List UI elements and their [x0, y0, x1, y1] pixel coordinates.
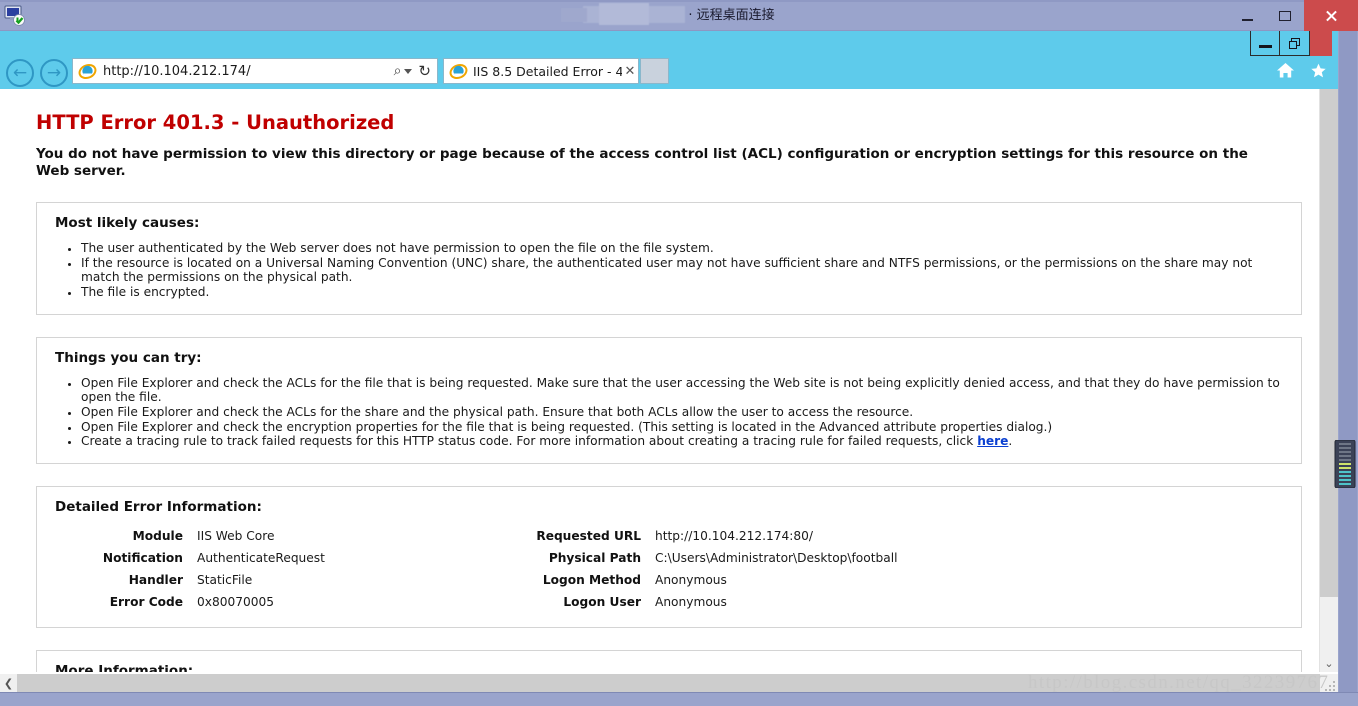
detail-key-notification: Notification [102, 551, 183, 566]
address-bar-url: http://10.104.212.174/ [103, 63, 251, 79]
browser-restore-button[interactable] [1280, 31, 1310, 56]
rdp-window-title: · 远程桌面连接 [0, 0, 1358, 31]
list-item: Open File Explorer and check the ACLs fo… [81, 376, 1283, 405]
list-item: If the resource is located on a Universa… [81, 256, 1283, 285]
error-page-content: HTTP Error 401.3 - Unauthorized You do n… [0, 111, 1338, 672]
refresh-icon[interactable]: ↻ [418, 62, 431, 80]
scroll-down-icon[interactable]: ⌄ [1320, 654, 1338, 672]
browser-tab[interactable]: IIS 8.5 Detailed Error - 4... ✕ [443, 58, 639, 84]
detail-key-logon-method: Logon Method [542, 573, 641, 588]
most-likely-causes-panel: Most likely causes: The user authenticat… [36, 202, 1302, 315]
back-button[interactable]: ← [6, 59, 34, 87]
rdp-restore-button[interactable] [1266, 0, 1304, 31]
things-list: Open File Explorer and check the ACLs fo… [55, 376, 1283, 449]
forward-button[interactable]: → [40, 59, 68, 87]
chevron-down-icon[interactable] [404, 68, 413, 74]
list-item: The user authenticated by the Web server… [81, 241, 1283, 255]
tracing-rule-link[interactable]: here [977, 434, 1008, 448]
scroll-left-icon[interactable]: ❮ [0, 674, 17, 692]
detail-key-requested-url: Requested URL [536, 529, 641, 544]
search-icon[interactable]: ⌕ [394, 63, 402, 79]
arrow-right-icon: → [46, 63, 62, 83]
causes-list: The user authenticated by the Web server… [55, 241, 1283, 299]
address-bar[interactable]: http://10.104.212.174/ ⌕ ↻ [72, 58, 438, 84]
page-title: HTTP Error 401.3 - Unauthorized [36, 111, 395, 134]
detail-value-error-code: 0x80070005 [197, 595, 274, 610]
more-information-heading: More Information: [55, 662, 194, 672]
error-summary: You do not have permission to view this … [36, 146, 1248, 179]
rdp-right-frame-inner [1339, 31, 1357, 706]
address-bar-icons: ⌕ ↻ [394, 62, 431, 80]
browser-navigation-row: ← → http://10.104.212.174/ ⌕ ↻ IIS 8.5 D… [0, 57, 1358, 89]
new-tab-button[interactable] [640, 58, 669, 84]
tab-close-icon[interactable]: ✕ [622, 64, 638, 79]
rdp-title-text: · 远程桌面连接 [688, 8, 775, 23]
browser-close-button[interactable] [1310, 31, 1332, 56]
detail-value-notification: AuthenticateRequest [197, 551, 325, 566]
redacted-hostname [561, 3, 686, 25]
rdp-close-button[interactable] [1304, 0, 1358, 31]
detail-value-handler: StaticFile [197, 573, 253, 588]
browser-chrome: ← → http://10.104.212.174/ ⌕ ↻ IIS 8.5 D… [0, 31, 1358, 89]
restore-icon [1289, 37, 1300, 49]
rdp-title-bar: · 远程桌面连接 [0, 0, 1358, 31]
detailed-error-information-panel: Detailed Error Information: Module IIS W… [36, 486, 1302, 628]
page-viewport: HTTP Error 401.3 - Unauthorized You do n… [0, 89, 1338, 672]
home-icon[interactable] [1276, 61, 1295, 80]
things-you-can-try-panel: Things you can try: Open File Explorer a… [36, 336, 1302, 465]
list-item: Open File Explorer and check the ACLs fo… [81, 405, 1283, 419]
tracing-text-prefix: Create a tracing rule to track failed re… [81, 434, 978, 449]
vertical-scrollbar-thumb[interactable] [1320, 89, 1338, 597]
vertical-scrollbar[interactable]: ⌄ [1319, 89, 1338, 672]
details-grid: Module IIS Web Core Requested URL http:/… [55, 527, 1283, 613]
detail-value-physical-path: C:\Users\Administrator\Desktop\football [655, 551, 898, 566]
list-item-tracing: Create a tracing rule to track failed re… [81, 434, 1283, 448]
internet-explorer-icon [78, 62, 97, 81]
things-heading: Things you can try: [55, 349, 202, 366]
tab-title: IIS 8.5 Detailed Error - 4... [473, 63, 622, 79]
minimize-icon [1258, 45, 1272, 48]
rdp-window-controls [1228, 0, 1358, 31]
tab-favicon-icon [449, 62, 468, 81]
rdp-bottom-frame [0, 692, 1358, 706]
detail-value-requested-url: http://10.104.212.174:80/ [655, 529, 813, 544]
detail-key-logon-user: Logon User [563, 595, 641, 610]
detail-key-module: Module [132, 529, 183, 544]
list-item: The file is encrypted. [81, 285, 1283, 299]
detail-value-logon-method: Anonymous [655, 573, 727, 588]
detail-value-logon-user: Anonymous [655, 595, 727, 610]
browser-toolbar-icons [1276, 61, 1328, 80]
detail-value-module: IIS Web Core [197, 529, 275, 544]
browser-window-controls [1250, 31, 1332, 57]
browser-minimize-button[interactable] [1250, 31, 1280, 56]
list-item: Open File Explorer and check the encrypt… [81, 420, 1283, 434]
horizontal-scrollbar-thumb[interactable] [17, 674, 1320, 692]
arrow-left-icon: ← [12, 63, 28, 83]
rdp-right-frame [1338, 31, 1358, 706]
detail-key-error-code: Error Code [109, 595, 183, 610]
detail-key-handler: Handler [128, 573, 183, 588]
more-information-panel: More Information: [36, 649, 1302, 672]
detail-key-physical-path: Physical Path [548, 551, 641, 566]
remote-desktop-session: · 远程桌面连接 ← → http://10.104.212.174/ ⌕ ↻ … [0, 0, 1358, 706]
resize-grip[interactable] [1325, 679, 1336, 691]
details-heading: Detailed Error Information: [55, 499, 262, 516]
network-quality-icon[interactable] [1334, 439, 1356, 489]
horizontal-scrollbar[interactable]: ❮ [0, 674, 1338, 692]
close-icon [1325, 9, 1338, 22]
rdp-minimize-button[interactable] [1228, 0, 1266, 31]
tracing-text-suffix: . [1008, 434, 1013, 449]
restore-icon [1279, 10, 1291, 21]
minimize-icon [1241, 18, 1253, 21]
star-icon[interactable] [1309, 61, 1328, 80]
causes-heading: Most likely causes: [55, 215, 200, 231]
